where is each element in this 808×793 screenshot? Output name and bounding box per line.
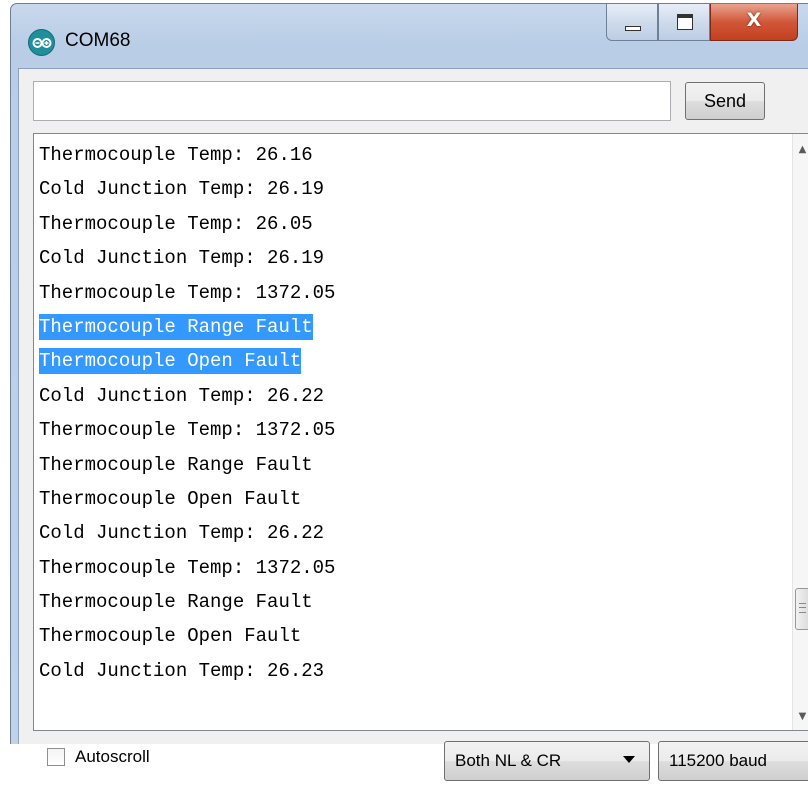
- minimize-button[interactable]: [606, 4, 658, 41]
- output-line-text: Cold Junction Temp: 26.19: [39, 247, 325, 270]
- maximize-icon: [677, 14, 693, 30]
- output-line-text: Thermocouple Temp: 1372.05: [39, 556, 336, 579]
- output-line-text: Thermocouple Range Fault: [39, 313, 313, 340]
- output-line-text: Thermocouple Temp: 1372.05: [39, 281, 336, 304]
- output-line: Cold Junction Temp: 26.23: [39, 654, 788, 688]
- close-button[interactable]: X: [710, 4, 798, 41]
- autoscroll-label: Autoscroll: [75, 747, 150, 766]
- autoscroll-option[interactable]: Autoscroll: [47, 747, 150, 767]
- bottom-bar: Autoscroll Both NL & CR 115200 baud: [33, 741, 808, 793]
- output-line: Cold Junction Temp: 26.22: [39, 516, 788, 550]
- minimize-icon: [625, 26, 641, 31]
- output-line-text: Cold Junction Temp: 26.22: [39, 522, 325, 545]
- output-line: Thermocouple Open Fault: [39, 619, 788, 653]
- output-line: Thermocouple Range Fault: [39, 310, 788, 344]
- output-line: Thermocouple Temp: 1372.05: [39, 276, 788, 310]
- output-line-text: Thermocouple Temp: 26.05: [39, 212, 313, 235]
- serial-input[interactable]: [33, 81, 671, 121]
- output-line-text: Thermocouple Range Fault: [39, 453, 313, 476]
- maximize-button[interactable]: [658, 4, 710, 41]
- line-ending-select[interactable]: Both NL & CR: [444, 741, 650, 781]
- output-line: Cold Junction Temp: 26.19: [39, 241, 788, 275]
- send-row: Send: [33, 81, 808, 123]
- output-line-text: Thermocouple Open Fault: [39, 348, 302, 375]
- scroll-up-arrow-icon[interactable]: ▲: [793, 140, 808, 159]
- output-line-text: Cold Junction Temp: 26.22: [39, 384, 325, 407]
- window-title: COM68: [65, 30, 131, 51]
- output-line: Thermocouple Temp: 26.05: [39, 207, 788, 241]
- output-line: Thermocouple Range Fault: [39, 585, 788, 619]
- autoscroll-checkbox[interactable]: [47, 748, 65, 766]
- output-line-text: Thermocouple Open Fault: [39, 487, 302, 510]
- output-line-text: Thermocouple Range Fault: [39, 591, 313, 614]
- output-line-text: Cold Junction Temp: 26.23: [39, 659, 325, 682]
- line-ending-value: Both NL & CR: [455, 751, 562, 770]
- client-area: Send Thermocouple Temp: 26.16 Cold Juncti…: [18, 68, 808, 781]
- output-line: Thermocouple Open Fault: [39, 482, 788, 516]
- output-line-text: Cold Junction Temp: 26.19: [39, 178, 325, 201]
- output-line: Cold Junction Temp: 26.19: [39, 172, 788, 206]
- output-line: Thermocouple Range Fault: [39, 448, 788, 482]
- baud-rate-select[interactable]: 115200 baud: [658, 741, 808, 781]
- vertical-scrollbar[interactable]: ▲ ▼: [792, 134, 808, 730]
- arduino-icon: [28, 29, 55, 56]
- chevron-down-icon: [623, 756, 635, 763]
- baud-rate-value: 115200 baud: [669, 751, 768, 770]
- serial-output[interactable]: Thermocouple Temp: 26.16 Cold Junction Te…: [33, 133, 808, 731]
- title-bar[interactable]: COM68 X: [11, 4, 808, 68]
- scroll-down-arrow-icon[interactable]: ▼: [793, 707, 808, 726]
- output-line-text: Thermocouple Open Fault: [39, 625, 302, 648]
- output-line: Thermocouple Temp: 1372.05: [39, 551, 788, 585]
- scroll-thumb[interactable]: [795, 588, 808, 630]
- output-line: Thermocouple Temp: 1372.05: [39, 413, 788, 447]
- output-lines: Thermocouple Temp: 26.16 Cold Junction Te…: [39, 138, 788, 688]
- close-icon: X: [746, 9, 762, 31]
- send-button[interactable]: Send: [685, 82, 765, 120]
- grip-icon: [799, 603, 806, 613]
- output-line: Thermocouple Open Fault: [39, 344, 788, 378]
- output-line: Cold Junction Temp: 26.22: [39, 379, 788, 413]
- window-controls: X: [606, 4, 798, 46]
- output-line: Thermocouple Temp: 26.16: [39, 138, 788, 172]
- output-line-text: Thermocouple Temp: 1372.05: [39, 419, 336, 442]
- serial-monitor-window: COM68 X Send Thermocouple Temp: 26.16 Col…: [10, 3, 808, 781]
- output-line-text: Thermocouple Temp: 26.16: [39, 144, 313, 166]
